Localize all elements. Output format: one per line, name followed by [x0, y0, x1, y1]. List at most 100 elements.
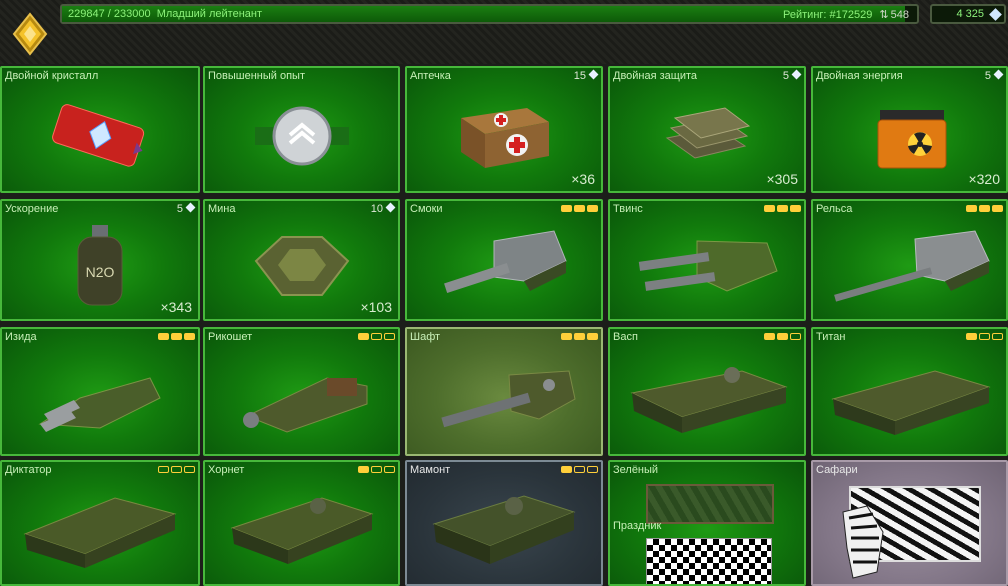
upgrade-level: [561, 466, 598, 473]
item-name: Диктатор: [5, 464, 52, 476]
isida-turret-icon: [38, 377, 161, 432]
item-name: Мина: [208, 203, 236, 215]
item-card-double-xp[interactable]: Повышенный опыт: [203, 66, 400, 193]
item-card-dictator[interactable]: Диктатор: [0, 460, 200, 586]
nitro-grenade-icon: N2O: [77, 224, 123, 306]
crystal-balance[interactable]: 4 325: [930, 4, 1006, 24]
item-card-double-armor[interactable]: Двойная защита 5 ×305: [608, 66, 806, 193]
item-name: Мамонт: [410, 464, 451, 476]
zebra-icon: [842, 505, 884, 579]
item-card-mine[interactable]: Мина 10 ×103: [203, 199, 400, 321]
star-2: [371, 466, 382, 473]
star-1: [561, 466, 572, 473]
star-3: [184, 333, 195, 340]
upgrade-level: [561, 205, 598, 212]
star-3: [184, 466, 195, 473]
item-card-isida[interactable]: Изида: [0, 327, 200, 456]
item-name: Ускорение: [5, 203, 59, 215]
star-1: [764, 205, 775, 212]
rating-label: Рейтинг: #172529: [783, 9, 873, 21]
item-name: Смоки: [410, 203, 443, 215]
star-2: [777, 333, 788, 340]
star-2: [777, 205, 788, 212]
star-1: [764, 333, 775, 340]
item-card-nitro[interactable]: Ускорение 5 N2O ×343: [0, 199, 200, 321]
item-name: Шафт: [410, 331, 441, 343]
rank-icon[interactable]: [12, 12, 48, 56]
star-3: [992, 205, 1003, 212]
item-card-hornet[interactable]: Хорнет: [203, 460, 400, 586]
star-2: [574, 333, 585, 340]
item-card-railgun[interactable]: Рельса: [811, 199, 1008, 321]
mine-icon: [254, 235, 349, 296]
star-1: [358, 466, 369, 473]
item-card-smoky[interactable]: Смоки: [405, 199, 603, 321]
item-name: Рельса: [816, 203, 853, 215]
rating[interactable]: Рейтинг: #172529 ⇅ 548: [783, 8, 909, 21]
star-1: [158, 333, 169, 340]
medkit-icon: [461, 107, 549, 168]
item-price: 5: [783, 70, 800, 82]
item-card-green-paint[interactable]: Зелёный Праздник: [608, 460, 806, 586]
item-count: ×103: [360, 299, 392, 315]
rank-name: Младший лейтенант: [156, 8, 263, 20]
upgrade-level: [764, 333, 801, 340]
item-card-wasp[interactable]: Васп: [608, 327, 806, 456]
xp-value: 229847 / 233000: [68, 8, 151, 20]
upgrade-level: [358, 333, 395, 340]
upgrade-level: [158, 333, 195, 340]
star-3: [992, 333, 1003, 340]
item-card-shaft[interactable]: Шафт: [405, 327, 603, 456]
rating-arrows-icon: ⇅: [879, 9, 889, 21]
energy-crate-icon: [877, 109, 946, 169]
green-paint-swatch: [646, 484, 774, 524]
item-count: ×343: [160, 299, 192, 315]
star-2: [979, 333, 990, 340]
item-price: 5: [985, 70, 1002, 82]
upgrade-level: [158, 466, 195, 473]
star-1: [966, 333, 977, 340]
star-3: [587, 205, 598, 212]
upgrade-level: [764, 205, 801, 212]
item-name: Двойная энергия: [816, 70, 903, 82]
star-2: [574, 466, 585, 473]
prazdnik-paint-swatch: [646, 538, 772, 584]
item-price: 5: [177, 203, 194, 215]
item-name: Васп: [613, 331, 638, 343]
experience-boost-icon: [254, 106, 349, 166]
experience-text: 229847 / 233000 Младший лейтенант: [68, 8, 262, 20]
star-1: [966, 205, 977, 212]
star-3: [790, 205, 801, 212]
double-crystal-icon: [52, 103, 145, 167]
item-card-ricochet[interactable]: Рикошет: [203, 327, 400, 456]
star-2: [979, 205, 990, 212]
star-3: [384, 333, 395, 340]
titan-hull-icon: [830, 370, 991, 435]
svg-text:N2O: N2O: [86, 264, 115, 280]
armor-plates-icon: [665, 107, 751, 159]
item-card-twins[interactable]: Твинс: [608, 199, 806, 321]
item-card-repair-kit[interactable]: Аптечка 15 ×36: [405, 66, 603, 193]
star-1: [158, 466, 169, 473]
item-count: ×36: [571, 171, 595, 187]
upgrade-level: [966, 333, 1003, 340]
item-name: Хорнет: [208, 464, 245, 476]
hornet-hull-icon: [230, 497, 373, 565]
twins-turret-icon: [638, 240, 778, 292]
star-2: [371, 333, 382, 340]
item-name: Сафари: [816, 464, 858, 476]
star-1: [561, 333, 572, 340]
item-card-double-power[interactable]: Двойная энергия 5 ×320: [811, 66, 1008, 193]
item-card-double-crystal[interactable]: Двойной кристалл: [0, 66, 200, 193]
upgrade-level: [561, 333, 598, 340]
item-name: Двойной кристалл: [5, 70, 99, 82]
item-card-mammoth[interactable]: Мамонт: [405, 460, 603, 586]
item-card-titan[interactable]: Титан: [811, 327, 1008, 456]
mammoth-hull-icon: [432, 495, 576, 565]
star-2: [171, 333, 182, 340]
item-card-safari[interactable]: Сафари: [811, 460, 1008, 586]
top-bar: 229847 / 233000 Младший лейтенант Рейтин…: [0, 0, 1008, 64]
item-name: Аптечка: [410, 70, 451, 82]
star-2: [574, 205, 585, 212]
item-name: Твинс: [613, 203, 643, 215]
